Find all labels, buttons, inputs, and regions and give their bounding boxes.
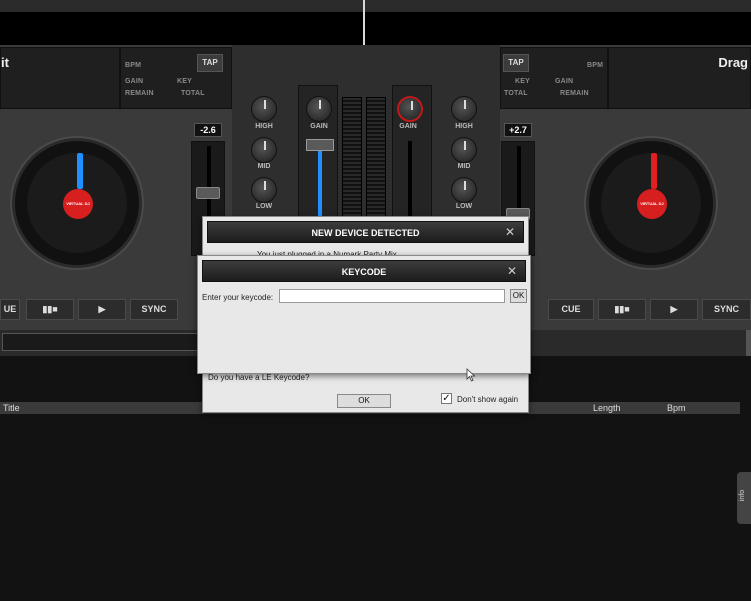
left-sync-button[interactable]: SYNC [130, 299, 178, 320]
waveform-display[interactable] [0, 12, 751, 45]
right-volume-track [408, 141, 412, 221]
left-remain-label: REMAIN [125, 90, 154, 97]
left-pitch-handle[interactable] [196, 187, 220, 199]
playhead-line [363, 0, 365, 45]
browser-scrollbar[interactable] [746, 330, 751, 356]
left-low-label: LOW [255, 203, 273, 210]
keycode-title: KEYCODE [341, 267, 387, 277]
right-pitch-value: +2.7 [504, 123, 532, 137]
left-high-knob[interactable] [251, 96, 277, 122]
left-mid-label: MID [257, 163, 271, 170]
right-mid-knob[interactable] [451, 137, 477, 163]
left-pitch-value: -2.6 [194, 123, 222, 137]
left-play-button[interactable]: ▶ [78, 299, 126, 320]
left-info-box: BPM TAP GAIN KEY REMAIN TOTAL [120, 47, 232, 109]
dont-show-label: Don't show again [457, 395, 519, 404]
left-high-label: HIGH [255, 123, 273, 130]
keycode-titlebar: KEYCODE ✕ [202, 260, 526, 282]
top-strip [0, 0, 751, 12]
right-play-button[interactable]: ▶ [650, 299, 698, 320]
keycode-close-icon[interactable]: ✕ [507, 261, 517, 282]
right-track-title: Drag [718, 55, 748, 70]
le-keycode-question: Do you have a LE Keycode? [208, 373, 310, 382]
new-device-ok-button[interactable]: OK [337, 394, 391, 408]
left-gain-knob[interactable] [306, 96, 332, 122]
right-key-label: KEY [515, 78, 530, 85]
right-high-knob[interactable] [451, 96, 477, 122]
right-vu-meter [366, 97, 386, 222]
right-sync-button[interactable]: SYNC [702, 299, 751, 320]
right-low-knob[interactable] [451, 177, 477, 203]
left-volume-level [318, 145, 322, 220]
right-high-label: HIGH [455, 123, 473, 130]
right-cue-button[interactable]: CUE [548, 299, 594, 320]
search-input[interactable] [2, 333, 198, 351]
right-turntable[interactable]: VIRTUAL DJ [586, 138, 716, 268]
keycode-dialog: KEYCODE ✕ Enter your keycode: OK [197, 255, 531, 374]
right-title-box: Drag [608, 47, 751, 109]
keycode-ok-button[interactable]: OK [510, 289, 527, 303]
deck-right: TAP BPM KEY GAIN TOTAL REMAIN Drag +2.7 … [500, 45, 751, 330]
left-bpm-label: BPM [125, 62, 142, 69]
new-device-close-icon[interactable]: ✕ [505, 222, 515, 243]
column-length[interactable]: Length [593, 402, 621, 414]
column-title[interactable]: Title [3, 402, 20, 414]
right-tap-button[interactable]: TAP [503, 54, 529, 72]
right-pause-button[interactable]: ▮▮■ [598, 299, 646, 320]
info-tab-label: info [739, 489, 747, 502]
mouse-cursor-icon [466, 368, 476, 382]
left-disc-label: VIRTUAL DJ [63, 189, 93, 219]
new-device-title: NEW DEVICE DETECTED [311, 228, 420, 238]
left-gain-label: GAIN [310, 123, 328, 130]
info-tab[interactable]: info [737, 472, 751, 524]
right-low-label: LOW [455, 203, 473, 210]
left-cue-button[interactable]: UE [0, 299, 20, 320]
left-mid-knob[interactable] [251, 137, 277, 163]
left-key-label: KEY [177, 78, 192, 85]
keycode-prompt: Enter your keycode: [202, 293, 274, 302]
right-bpm-label: BPM [587, 62, 604, 69]
left-tap-button[interactable]: TAP [197, 54, 223, 72]
left-track-title: it [1, 55, 9, 70]
right-disc-label: VIRTUAL DJ [637, 189, 667, 219]
left-title-box: it [0, 47, 120, 109]
right-gain-label: GAIN [399, 123, 417, 130]
left-position-marker [77, 153, 83, 189]
right-mid-label: MID [457, 163, 471, 170]
left-total-label: TOTAL [181, 90, 205, 97]
keycode-input[interactable] [279, 289, 505, 303]
dont-show-checkbox[interactable]: ✓ [441, 393, 452, 404]
right-position-marker [651, 153, 657, 189]
left-turntable[interactable]: VIRTUAL DJ [12, 138, 142, 268]
column-bpm[interactable]: Bpm [667, 402, 686, 414]
right-remain-label: REMAIN [560, 90, 589, 97]
left-gain-label: GAIN [125, 78, 144, 85]
left-low-knob[interactable] [251, 177, 277, 203]
left-vu-meter [342, 97, 362, 222]
right-info-box: TAP BPM KEY GAIN TOTAL REMAIN [500, 47, 608, 109]
right-gain-label-info: GAIN [555, 78, 574, 85]
left-volume-fader[interactable] [306, 139, 334, 151]
right-gain-knob[interactable] [397, 96, 423, 122]
new-device-titlebar: NEW DEVICE DETECTED ✕ [207, 221, 524, 243]
right-total-label: TOTAL [504, 90, 528, 97]
left-pause-button[interactable]: ▮▮■ [26, 299, 74, 320]
